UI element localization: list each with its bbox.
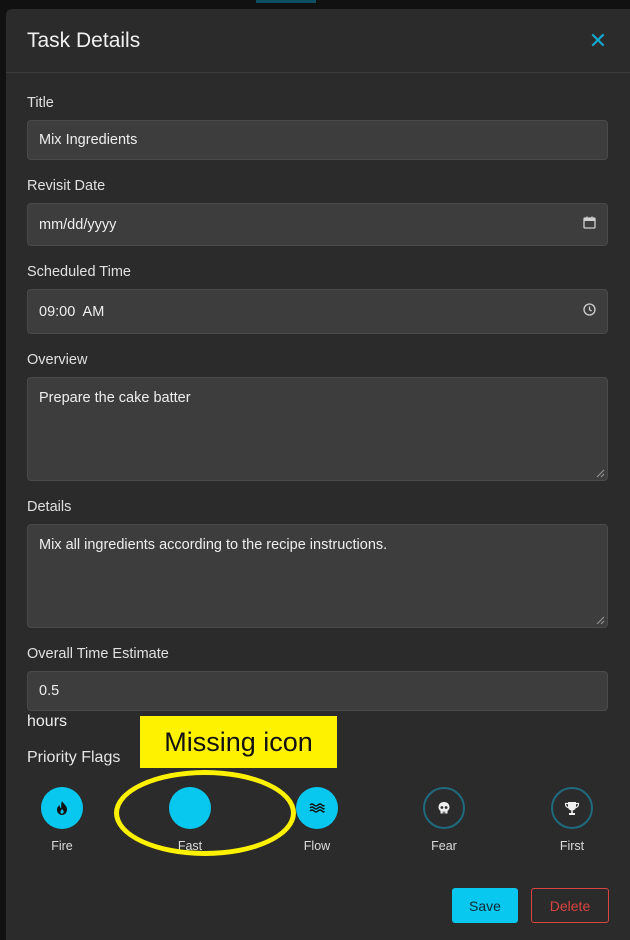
flag-first-toggle[interactable]	[551, 787, 593, 829]
time-estimate-label: Overall Time Estimate	[27, 646, 169, 662]
scheduled-time-label: Scheduled Time	[27, 264, 131, 280]
scheduled-time-value: 09:00 AM	[39, 303, 105, 320]
time-estimate-input[interactable]: 0.5	[27, 671, 608, 711]
title-label: Title	[27, 95, 54, 111]
flag-fire[interactable]: Fire	[22, 787, 102, 853]
overview-value: Prepare the cake batter	[39, 390, 191, 406]
skull-icon	[438, 802, 450, 814]
details-label: Details	[27, 499, 72, 515]
details-textarea[interactable]: Mix all ingredients according to the rec…	[27, 524, 608, 628]
priority-flags-row: Fire Fast Flow Fear First	[6, 787, 630, 867]
details-value: Mix all ingredients according to the rec…	[39, 537, 388, 553]
annotation-callout: Missing icon	[140, 716, 337, 768]
flag-fear-label: Fear	[431, 839, 457, 853]
flag-flow-toggle[interactable]	[296, 787, 338, 829]
background-tab-indicator	[256, 0, 316, 3]
close-icon: ✕	[588, 27, 608, 53]
title-input-value: Mix Ingredients	[39, 132, 138, 148]
flag-first-label: First	[559, 839, 585, 853]
revisit-date-label: Revisit Date	[27, 178, 106, 194]
close-button[interactable]: ✕	[586, 27, 610, 53]
task-details-modal: Task Details ✕ Title Mix Ingredients Rev…	[6, 9, 630, 940]
flag-flow-label: Flow	[303, 839, 331, 853]
details-field-group: Details Mix all ingredients according to…	[27, 499, 609, 628]
modal-title: Task Details	[27, 28, 141, 52]
delete-button[interactable]: Delete	[531, 888, 609, 923]
clock-icon[interactable]	[583, 303, 596, 320]
annotation-highlight-ellipse	[114, 770, 296, 856]
modal-header: Task Details ✕	[6, 9, 630, 73]
revisit-date-field-group: Revisit Date mm/dd/yyyy	[27, 178, 609, 246]
title-field-group: Title Mix Ingredients	[27, 95, 609, 160]
overview-textarea[interactable]: Prepare the cake batter	[27, 377, 608, 481]
resize-grip-icon[interactable]	[596, 469, 605, 478]
flag-fear[interactable]: Fear	[404, 787, 484, 853]
flag-fire-toggle[interactable]	[41, 787, 83, 829]
revisit-date-value: mm/dd/yyyy	[39, 216, 117, 233]
flag-first[interactable]: First	[532, 787, 612, 853]
trophy-icon	[564, 801, 580, 815]
scheduled-time-field-group: Scheduled Time 09:00 AM	[27, 264, 609, 334]
modal-footer: Save Delete	[6, 888, 630, 924]
resize-grip-icon[interactable]	[596, 616, 605, 625]
overview-label: Overview	[27, 352, 88, 368]
title-input[interactable]: Mix Ingredients	[27, 120, 608, 160]
overview-field-group: Overview Prepare the cake batter	[27, 352, 609, 481]
time-estimate-value: 0.5	[39, 683, 60, 699]
scheduled-time-input[interactable]: 09:00 AM	[27, 289, 608, 334]
fire-icon	[57, 801, 67, 815]
flag-fear-toggle[interactable]	[423, 787, 465, 829]
modal-body: Title Mix Ingredients Revisit Date mm/dd…	[6, 73, 630, 767]
save-button[interactable]: Save	[452, 888, 518, 923]
flag-fire-label: Fire	[51, 839, 73, 853]
revisit-date-input[interactable]: mm/dd/yyyy	[27, 203, 608, 246]
calendar-icon[interactable]	[583, 216, 596, 233]
waves-icon	[309, 803, 325, 813]
